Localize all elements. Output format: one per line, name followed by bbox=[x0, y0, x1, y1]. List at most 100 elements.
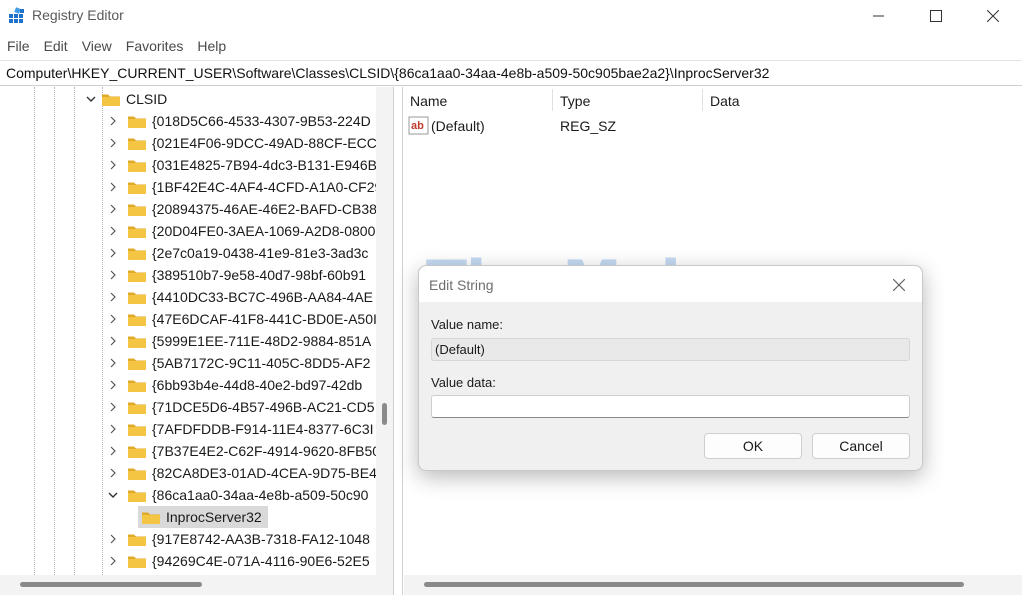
maximize-button[interactable] bbox=[907, 0, 965, 32]
tree-guide-line bbox=[102, 87, 103, 575]
title-bar: Registry Editor bbox=[0, 0, 1022, 32]
tree-expander[interactable] bbox=[106, 330, 120, 352]
tree-item[interactable]: CLSID bbox=[84, 88, 167, 110]
tree-expander[interactable] bbox=[106, 110, 120, 132]
folder-icon bbox=[128, 490, 146, 502]
column-header-type[interactable]: Type bbox=[560, 93, 590, 109]
tree-expander[interactable] bbox=[106, 242, 120, 264]
tree-expander[interactable] bbox=[106, 198, 120, 220]
tree-item-label: {4410DC33-BC7C-496B-AA84-4AE bbox=[152, 289, 374, 305]
chevron-right-icon bbox=[110, 534, 116, 544]
tree-expander[interactable] bbox=[106, 462, 120, 484]
column-separator[interactable] bbox=[702, 89, 703, 111]
value-name-field[interactable] bbox=[431, 338, 910, 361]
menu-view[interactable]: View bbox=[75, 35, 119, 57]
value-data-field[interactable] bbox=[431, 395, 910, 418]
tree-item[interactable]: {94269C4E-071A-4116-90E6-52E5 bbox=[106, 550, 370, 572]
tree-item[interactable]: {20894375-46AE-46E2-BAFD-CB38 bbox=[106, 198, 377, 220]
tree-expander[interactable] bbox=[106, 374, 120, 396]
chevron-right-icon bbox=[110, 292, 116, 302]
tree-pane[interactable]: CLSID {018D5C66-4533-4307-9B53-224D {021E4… bbox=[0, 87, 393, 575]
menu-favorites[interactable]: Favorites bbox=[119, 35, 191, 57]
tree-expander[interactable] bbox=[106, 132, 120, 154]
address-bar[interactable]: Computer\HKEY_CURRENT_USER\Software\Clas… bbox=[0, 60, 1022, 86]
list-horizontal-scroll-thumb[interactable] bbox=[424, 582, 964, 587]
tree-item[interactable]: {031E4825-7B94-4dc3-B131-E946B bbox=[106, 154, 377, 176]
pane-splitter[interactable] bbox=[393, 87, 403, 595]
folder-icon bbox=[128, 424, 146, 436]
tree-expander[interactable] bbox=[106, 154, 120, 176]
dialog-title-bar: Edit String bbox=[419, 266, 922, 302]
folder-icon bbox=[128, 138, 146, 150]
folder-icon bbox=[142, 512, 160, 524]
tree-horizontal-scroll-thumb[interactable] bbox=[20, 582, 202, 587]
tree-item[interactable]: {389510b7-9e58-40d7-98bf-60b91 bbox=[106, 264, 366, 286]
tree-horizontal-scrollbar[interactable] bbox=[0, 575, 393, 595]
ok-button[interactable]: OK bbox=[704, 433, 802, 459]
table-row[interactable]: ab (Default) REG_SZ bbox=[408, 115, 1008, 137]
minimize-icon bbox=[873, 15, 884, 17]
chevron-right-icon bbox=[110, 116, 116, 126]
tree-expander[interactable] bbox=[106, 550, 120, 572]
tree-item-label: {82CA8DE3-01AD-4CEA-9D75-BE4 bbox=[152, 465, 377, 481]
close-button[interactable] bbox=[964, 0, 1022, 32]
tree-item[interactable]: {2e7c0a19-0438-41e9-81e3-3ad3c bbox=[106, 242, 368, 264]
tree-item[interactable]: {71DCE5D6-4B57-496B-AC21-CD5 bbox=[106, 396, 375, 418]
tree-expander[interactable] bbox=[106, 264, 120, 286]
menu-edit[interactable]: Edit bbox=[37, 35, 75, 57]
chevron-right-icon bbox=[110, 380, 116, 390]
minimize-button[interactable] bbox=[850, 0, 908, 32]
tree-expander[interactable] bbox=[84, 88, 98, 110]
tree-item-label: {20D04FE0-3AEA-1069-A2D8-0800 bbox=[152, 223, 376, 239]
tree-item[interactable]: {917E8742-AA3B-7318-FA12-1048 bbox=[106, 528, 370, 550]
tree-expander[interactable] bbox=[106, 484, 120, 506]
tree-item-label: {47E6DCAF-41F8-441C-BD0E-A50I bbox=[152, 311, 377, 327]
tree-expander[interactable] bbox=[106, 286, 120, 308]
tree-expander[interactable] bbox=[106, 352, 120, 374]
tree-item[interactable]: {86ca1aa0-34aa-4e8b-a509-50c90 bbox=[106, 484, 368, 506]
tree-item[interactable]: {4410DC33-BC7C-496B-AA84-4AE bbox=[106, 286, 373, 308]
tree-item-label: {021E4F06-9DCC-49AD-88CF-ECC2 bbox=[152, 135, 385, 151]
tree-item[interactable]: {021E4F06-9DCC-49AD-88CF-ECC2 bbox=[106, 132, 385, 154]
tree-item[interactable]: {82CA8DE3-01AD-4CEA-9D75-BE4 bbox=[106, 462, 377, 484]
chevron-right-icon bbox=[110, 138, 116, 148]
chevron-right-icon bbox=[110, 424, 116, 434]
tree-item-label: {7B37E4E2-C62F-4914-9620-8FB50 bbox=[152, 443, 381, 459]
tree-item-label: {5999E1EE-711E-48D2-9884-851A bbox=[152, 333, 372, 349]
tree-item[interactable]: {6bb93b4e-44d8-40e2-bd97-42db bbox=[106, 374, 362, 396]
tree-vertical-scroll-thumb[interactable] bbox=[382, 403, 387, 425]
chevron-down-icon bbox=[86, 96, 96, 102]
tree-expander[interactable] bbox=[106, 528, 120, 550]
folder-icon bbox=[128, 402, 146, 414]
tree-item[interactable]: {7B37E4E2-C62F-4914-9620-8FB50 bbox=[106, 440, 380, 462]
tree-item[interactable]: {7AFDFDDB-F914-11E4-8377-6C3I bbox=[106, 418, 374, 440]
tree-item-label: {71DCE5D6-4B57-496B-AC21-CD5 bbox=[152, 399, 375, 415]
menu-file[interactable]: File bbox=[0, 35, 37, 57]
tree-expander[interactable] bbox=[106, 308, 120, 330]
column-header-data[interactable]: Data bbox=[710, 93, 740, 109]
column-separator[interactable] bbox=[552, 89, 553, 111]
tree-item[interactable]: {5999E1EE-711E-48D2-9884-851A bbox=[106, 330, 371, 352]
tree-item[interactable]: {47E6DCAF-41F8-441C-BD0E-A50I bbox=[106, 308, 377, 330]
list-horizontal-scrollbar[interactable] bbox=[404, 575, 1022, 595]
tree-vertical-scrollbar[interactable] bbox=[376, 87, 393, 575]
tree-item[interactable]: {20D04FE0-3AEA-1069-A2D8-0800 bbox=[106, 220, 375, 242]
tree-expander[interactable] bbox=[106, 418, 120, 440]
tree-expander[interactable] bbox=[106, 396, 120, 418]
column-header-name[interactable]: Name bbox=[410, 93, 447, 109]
cancel-button[interactable]: Cancel bbox=[812, 433, 910, 459]
tree-expander[interactable] bbox=[106, 440, 120, 462]
chevron-right-icon bbox=[110, 402, 116, 412]
tree-item[interactable]: InprocServer32 bbox=[138, 506, 268, 528]
tree-expander[interactable] bbox=[106, 220, 120, 242]
tree-item[interactable]: {1BF42E4C-4AF4-4CFD-A1A0-CF29 bbox=[106, 176, 382, 198]
tree-item[interactable]: {018D5C66-4533-4307-9B53-224D bbox=[106, 110, 371, 132]
tree-item-label: {018D5C66-4533-4307-9B53-224D bbox=[152, 113, 371, 129]
tree-item[interactable]: {5AB7172C-9C11-405C-8DD5-AF2 bbox=[106, 352, 370, 374]
tree-expander[interactable] bbox=[106, 176, 120, 198]
folder-icon bbox=[102, 94, 120, 106]
dialog-close-button[interactable] bbox=[881, 272, 917, 298]
menu-help[interactable]: Help bbox=[190, 35, 233, 57]
chevron-right-icon bbox=[110, 226, 116, 236]
value-name-label: Value name: bbox=[431, 317, 504, 332]
